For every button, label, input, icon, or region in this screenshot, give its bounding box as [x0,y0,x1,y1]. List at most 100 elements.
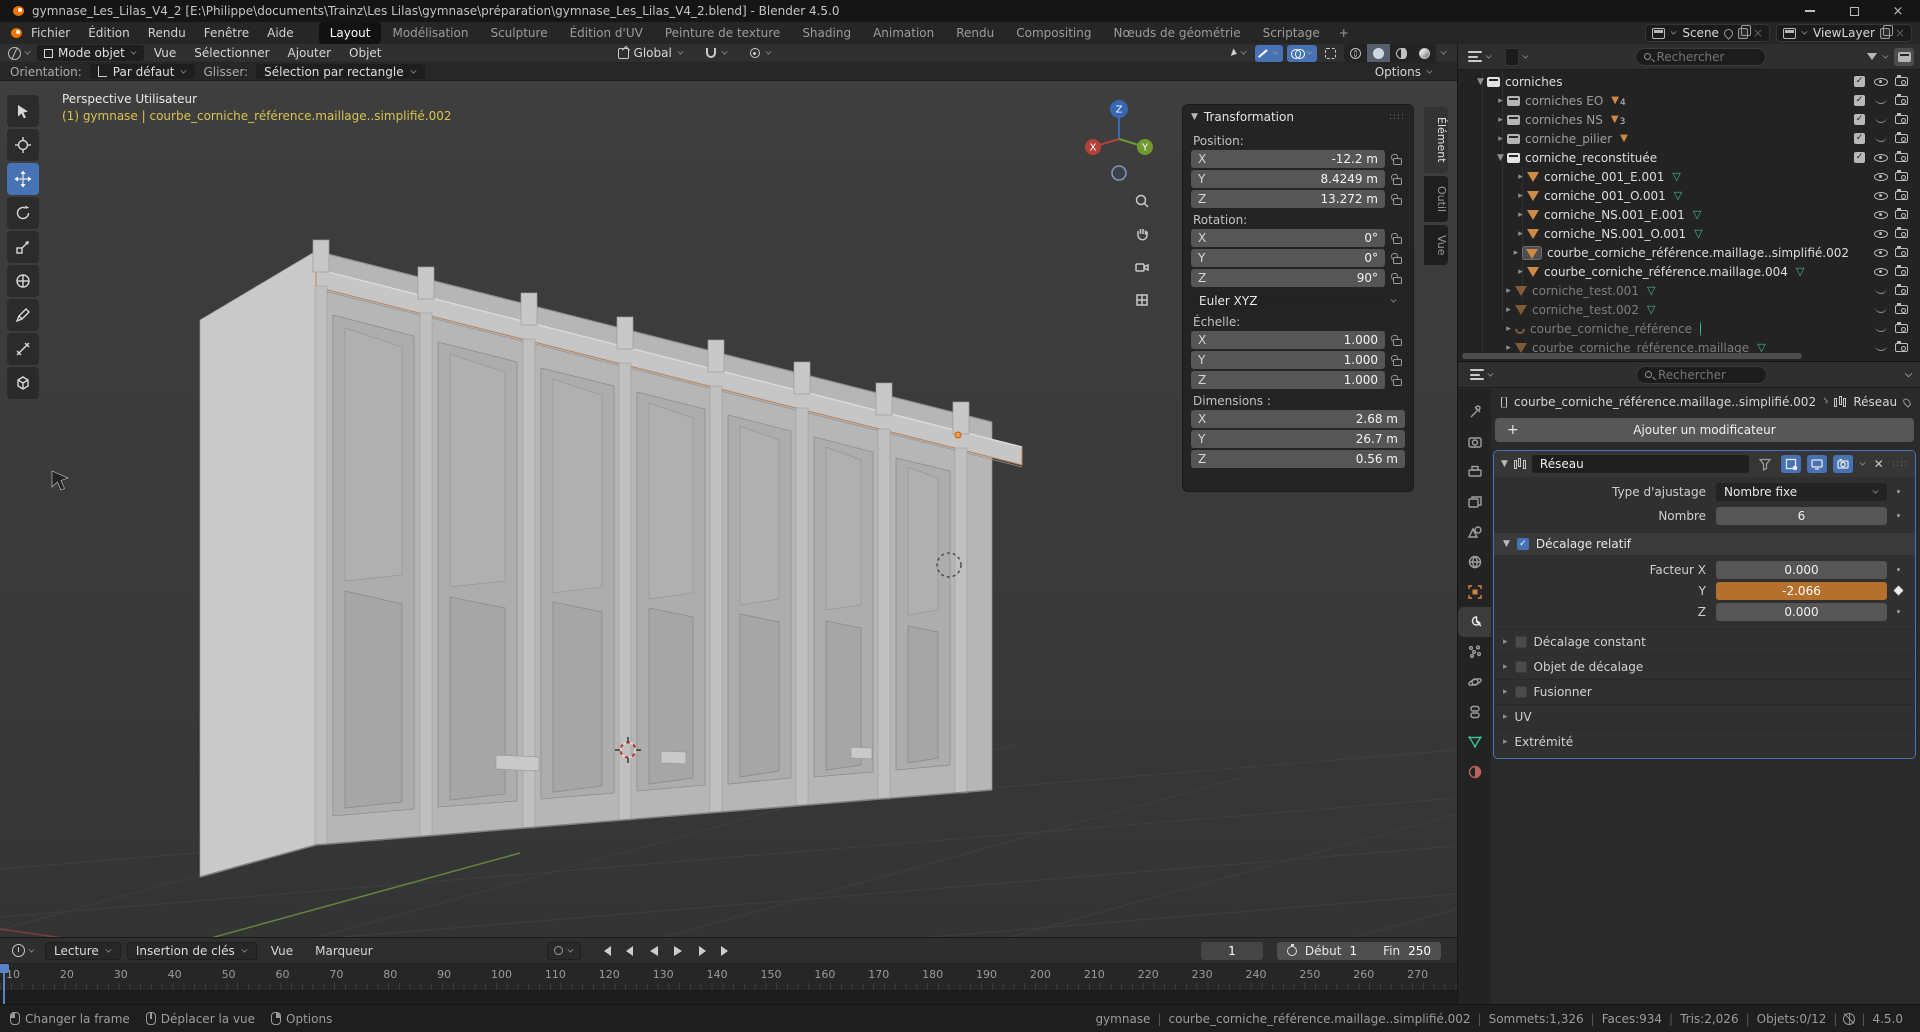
tab-modelisation[interactable]: Modélisation [381,22,479,44]
editor-type-button[interactable] [4,45,35,62]
shading-solid-button[interactable] [1367,44,1390,62]
drag-dots-icon[interactable]: :::: [1389,112,1405,122]
tab-noeuds-geometrie[interactable]: Nœuds de géométrie [1102,22,1251,44]
section-uv[interactable]: ▸UV [1494,704,1915,729]
proportional-edit-toggle[interactable] [744,45,778,61]
tab-edition-uv[interactable]: Édition d'UV [559,22,654,44]
menu-vue[interactable]: Vue [146,46,184,60]
view-menu[interactable]: Vue [263,944,301,958]
end-value[interactable]: 250 [1408,944,1431,958]
zoom-icon[interactable] [1130,189,1154,213]
outliner-row-collection[interactable]: ▼corniche_reconstituée✓ [1458,148,1920,167]
exclude-checkbox[interactable]: ✓ [1854,152,1865,163]
section-decalage-constant[interactable]: ▸Décalage constant [1494,629,1915,654]
render-toggle-icon[interactable] [1895,286,1908,295]
sidebar-tab-outil[interactable]: Outil [1424,176,1448,222]
new-scene-icon[interactable] [1738,28,1748,39]
play-button[interactable] [667,942,689,960]
section-checkbox[interactable] [1515,636,1527,648]
outliner-row-collection[interactable]: ▼corniches✓ [1458,72,1920,91]
menu-selectionner[interactable]: Sélectionner [186,46,277,60]
menu-ajouter[interactable]: Ajouter [280,46,340,60]
menu-fenetre[interactable]: Fenêtre [195,22,258,44]
properties-display-mode[interactable] [1466,366,1498,383]
properties-tab-modifiers[interactable] [1458,607,1491,637]
position-z-field[interactable]: Z13.272 m [1191,190,1385,208]
tab-rendu[interactable]: Rendu [945,22,1005,44]
render-toggle-icon[interactable] [1895,305,1908,314]
outliner-row-object[interactable]: ▸corniche_test.002▽ [1458,300,1920,319]
current-frame-field[interactable]: 1 [1201,942,1263,960]
snap-toggle[interactable] [700,45,734,61]
properties-tab-material[interactable] [1458,757,1491,787]
tab-sculpture[interactable]: Sculpture [479,22,558,44]
rotation-z-field[interactable]: Z90° [1191,269,1385,287]
lock-icon[interactable] [1389,193,1405,205]
auto-keying-toggle[interactable] [547,942,581,960]
menu-rendu[interactable]: Rendu [139,22,195,44]
tool-select-box[interactable] [7,95,39,127]
render-toggle-icon[interactable] [1895,210,1908,219]
gizmo-toggle[interactable] [1255,45,1283,62]
hide-toggle-icon[interactable] [1875,117,1887,123]
tool-add-cube[interactable] [7,367,39,399]
section-extremite[interactable]: ▸Extrémité [1494,729,1915,754]
tool-cursor[interactable] [7,129,39,161]
outliner-filter-id[interactable] [1501,48,1533,65]
section-fusionner[interactable]: ▸Fusionner [1494,679,1915,704]
collapse-caret-icon[interactable]: ▼ [1191,112,1198,122]
xray-toggle[interactable] [1321,45,1340,62]
outliner-row-object[interactable]: ▸corniche_NS.001_E.001▽ [1458,205,1920,224]
minimize-button[interactable] [1788,0,1832,22]
outliner-row-object[interactable]: ▸corniche_001_O.001▽ [1458,186,1920,205]
hide-toggle-icon[interactable] [1875,136,1887,142]
render-toggle-icon[interactable] [1895,324,1908,333]
properties-tab-viewlayer[interactable] [1458,487,1491,517]
render-toggle-icon[interactable] [1895,248,1908,257]
position-y-field[interactable]: Y8.4249 m [1191,170,1385,188]
render-toggle-icon[interactable] [1895,96,1908,105]
outliner-hscrollbar[interactable] [1462,353,1902,359]
render-toggle-icon[interactable] [1895,77,1908,86]
scale-z-field[interactable]: Z1.000 [1191,371,1385,389]
frame-range-fields[interactable]: Début 1 Fin 250 [1277,942,1441,960]
pin-id-icon[interactable] [1902,397,1912,407]
tool-rotate[interactable] [7,197,39,229]
hide-toggle-icon[interactable] [1875,326,1887,332]
drag-mode-dropdown[interactable]: Sélection par rectangle [256,64,424,79]
rotation-x-field[interactable]: X0° [1191,229,1385,247]
shading-options-chevron[interactable] [1441,49,1447,55]
pin-icon[interactable] [1722,27,1735,40]
section-checkbox[interactable] [1515,661,1527,673]
add-workspace-button[interactable]: + [1331,22,1357,44]
properties-options-chevron[interactable] [1905,369,1912,376]
filter-chevron[interactable] [1883,52,1889,58]
exclude-checkbox[interactable]: ✓ [1854,76,1865,87]
properties-tab-output[interactable] [1458,457,1491,487]
hide-toggle-icon[interactable] [1874,173,1888,181]
timeline-editor-type[interactable] [8,942,39,959]
factor-y-field[interactable]: -2.066 [1716,582,1887,600]
tool-move[interactable] [7,163,39,195]
timeline-track-area[interactable] [0,990,1457,1004]
section-checkbox[interactable] [1515,686,1527,698]
keyframe-diamond-icon[interactable] [1887,587,1909,594]
overlays-toggle[interactable] [1287,45,1317,62]
scale-x-field[interactable]: X1.000 [1191,331,1385,349]
tab-scriptage[interactable]: Scriptage [1252,22,1331,44]
perspective-toggle-icon[interactable] [1130,288,1154,312]
properties-tab-tool[interactable] [1458,397,1491,427]
hide-toggle-icon[interactable] [1875,307,1887,313]
camera-view-icon[interactable] [1130,255,1154,279]
lock-icon[interactable] [1389,153,1405,165]
rotation-mode-dropdown[interactable]: Euler XYZ [1191,292,1405,310]
lock-icon[interactable] [1389,173,1405,185]
animate-dot-icon[interactable] [1887,514,1909,517]
render-toggle-icon[interactable] [1895,172,1908,181]
section-objet-decalage[interactable]: ▸Objet de décalage [1494,654,1915,679]
playback-menu[interactable]: Lecture [45,942,121,960]
selectability-dropdown[interactable] [1228,45,1251,62]
animate-dot-icon[interactable] [1887,610,1909,613]
properties-tab-world[interactable] [1458,547,1491,577]
viewlayer-selector[interactable]: ViewLayer × [1776,24,1912,42]
